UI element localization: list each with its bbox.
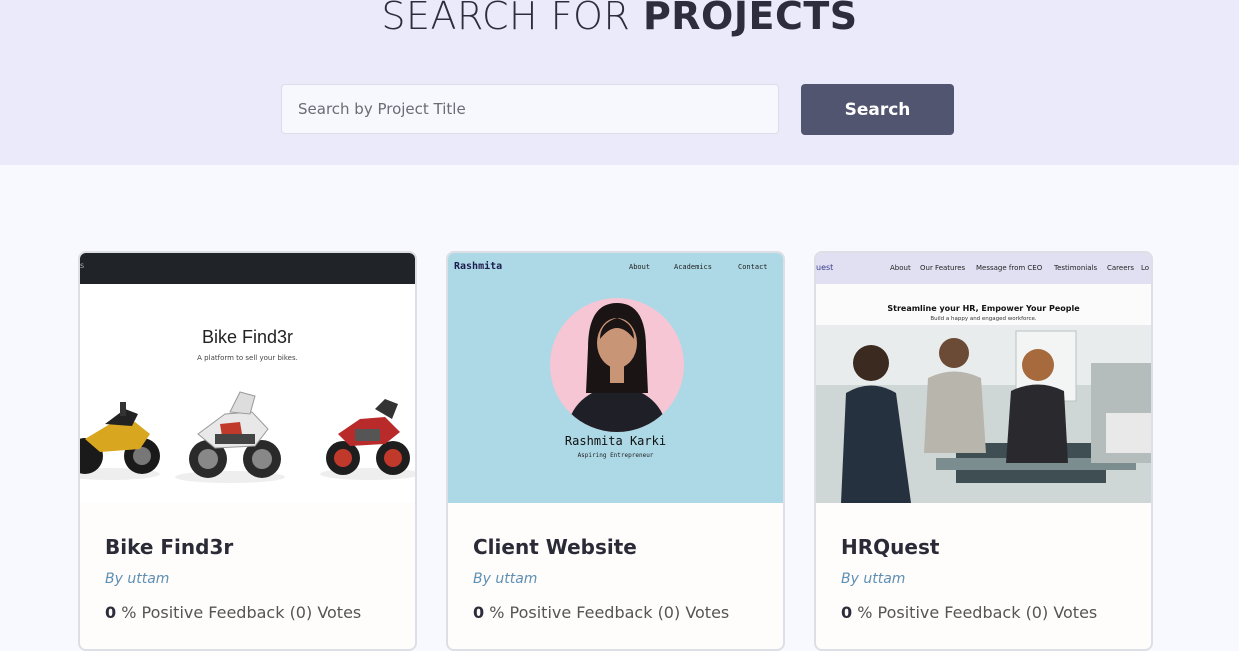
motorcycle-red: [320, 399, 415, 480]
motorcycle-yellow: [80, 402, 160, 480]
project-feedback: 0 % Positive Feedback (0) Votes: [105, 603, 361, 622]
project-author: By uttam: [105, 571, 170, 587]
project-card-bike-find3r[interactable]: s Bike Find3r A platform to sell your bi…: [78, 251, 417, 651]
project-card-client-website[interactable]: Rashmita About Academics Contact Rashmit…: [446, 251, 785, 651]
project-feedback: 0 % Positive Feedback (0) Votes: [841, 603, 1097, 622]
project-feedback: 0 % Positive Feedback (0) Votes: [473, 603, 729, 622]
thumbnail-person-name: Rashmita Karki: [564, 434, 667, 448]
project-title[interactable]: Client Website: [473, 535, 637, 559]
thumbnail-person-role: Aspiring Entrepreneur: [577, 452, 654, 459]
thumbnail-body: Bike Find3r A platform to sell your bike…: [80, 284, 415, 503]
project-thumbnail[interactable]: s Bike Find3r A platform to sell your bi…: [80, 253, 415, 503]
project-card-hrquest[interactable]: uest About Our Features Message from CEO…: [814, 251, 1153, 651]
profile-photo: [550, 298, 684, 432]
team-meeting-photo: [816, 325, 1151, 503]
thumbnail-nav-fragment: s: [80, 261, 85, 270]
project-title[interactable]: HRQuest: [841, 535, 939, 559]
project-author: By uttam: [841, 571, 906, 587]
feedback-percent: 0: [841, 603, 853, 622]
project-title[interactable]: Bike Find3r: [105, 535, 233, 559]
project-author: By uttam: [473, 571, 538, 587]
feedback-text: % Positive Feedback (0) Votes: [852, 603, 1098, 622]
motorcycles-illustration: [80, 391, 415, 483]
feedback-percent: 0: [473, 603, 485, 622]
feedback-percent: 0: [105, 603, 117, 622]
page-title-bold: PROJECTS: [642, 0, 858, 38]
feedback-text: % Positive Feedback (0) Votes: [116, 603, 362, 622]
feedback-text: % Positive Feedback (0) Votes: [484, 603, 730, 622]
project-thumbnail[interactable]: Rashmita About Academics Contact Rashmit…: [448, 253, 783, 503]
page-title: SEARCH FOR PROJECTS: [0, 0, 1239, 38]
search-input[interactable]: [281, 84, 779, 134]
page-title-light: SEARCH FOR: [381, 0, 643, 38]
thumbnail-navbar: s: [80, 253, 415, 284]
search-button[interactable]: Search: [801, 84, 954, 135]
motorcycle-white: [175, 391, 285, 483]
project-thumbnail[interactable]: uest About Our Features Message from CEO…: [816, 253, 1151, 503]
hero-section: SEARCH FOR PROJECTS Search: [0, 0, 1239, 165]
